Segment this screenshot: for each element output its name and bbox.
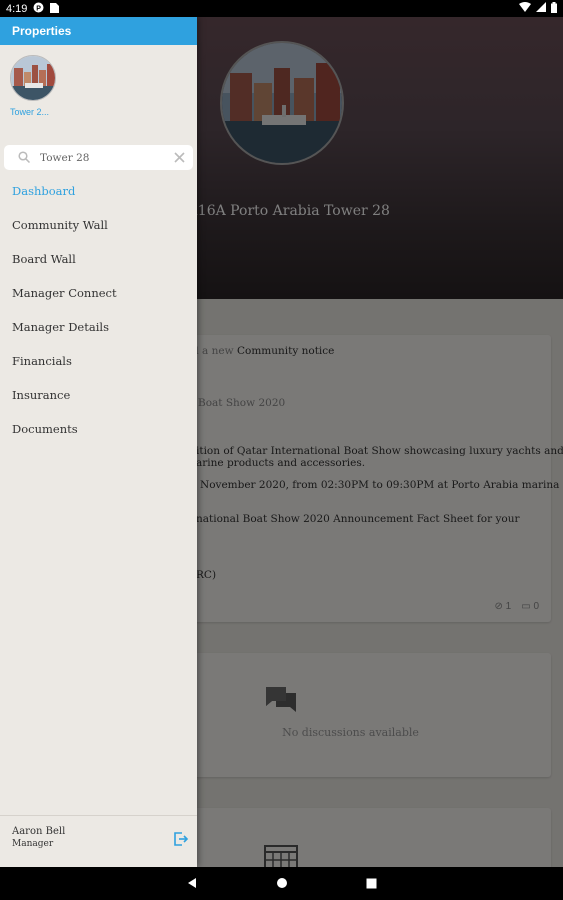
status-time: 4:19 [6, 2, 28, 15]
logout-icon[interactable] [173, 831, 189, 851]
nav-item-dashboard[interactable]: Dashboard [0, 174, 197, 208]
sim-card-icon [50, 2, 60, 16]
navigation-drawer: Properties Tower 2... Dashboard Com [0, 17, 197, 867]
back-icon[interactable] [186, 874, 198, 893]
property-name: Tower 2... [10, 107, 50, 117]
wifi-icon [519, 2, 531, 15]
app-notification-icon: P [33, 2, 44, 16]
search-icon [18, 148, 31, 167]
property-avatar [10, 55, 56, 101]
search-input[interactable] [40, 151, 174, 164]
nav-item-board-wall[interactable]: Board Wall [0, 242, 197, 276]
recents-icon[interactable] [366, 874, 377, 893]
signal-icon [536, 2, 546, 15]
property-selector[interactable]: Tower 2... [10, 55, 60, 117]
clear-icon[interactable] [174, 148, 185, 167]
drawer-title: Properties [0, 17, 197, 45]
battery-icon [551, 1, 557, 16]
nav-item-financials[interactable]: Financials [0, 344, 197, 378]
system-nav-bar [0, 867, 563, 900]
home-icon[interactable] [276, 874, 288, 893]
user-info: Aaron Bell Manager [0, 815, 197, 867]
nav-item-community-wall[interactable]: Community Wall [0, 208, 197, 242]
drawer-nav: Dashboard Community Wall Board Wall Mana… [0, 174, 197, 446]
user-role: Manager [12, 839, 54, 849]
nav-item-insurance[interactable]: Insurance [0, 378, 197, 412]
property-search[interactable] [4, 145, 193, 170]
status-bar: 4:19 P [0, 0, 563, 17]
nav-item-manager-details[interactable]: Manager Details [0, 310, 197, 344]
svg-text:P: P [37, 5, 42, 12]
nav-item-documents[interactable]: Documents [0, 412, 197, 446]
nav-item-manager-connect[interactable]: Manager Connect [0, 276, 197, 310]
user-name: Aaron Bell [12, 826, 66, 837]
